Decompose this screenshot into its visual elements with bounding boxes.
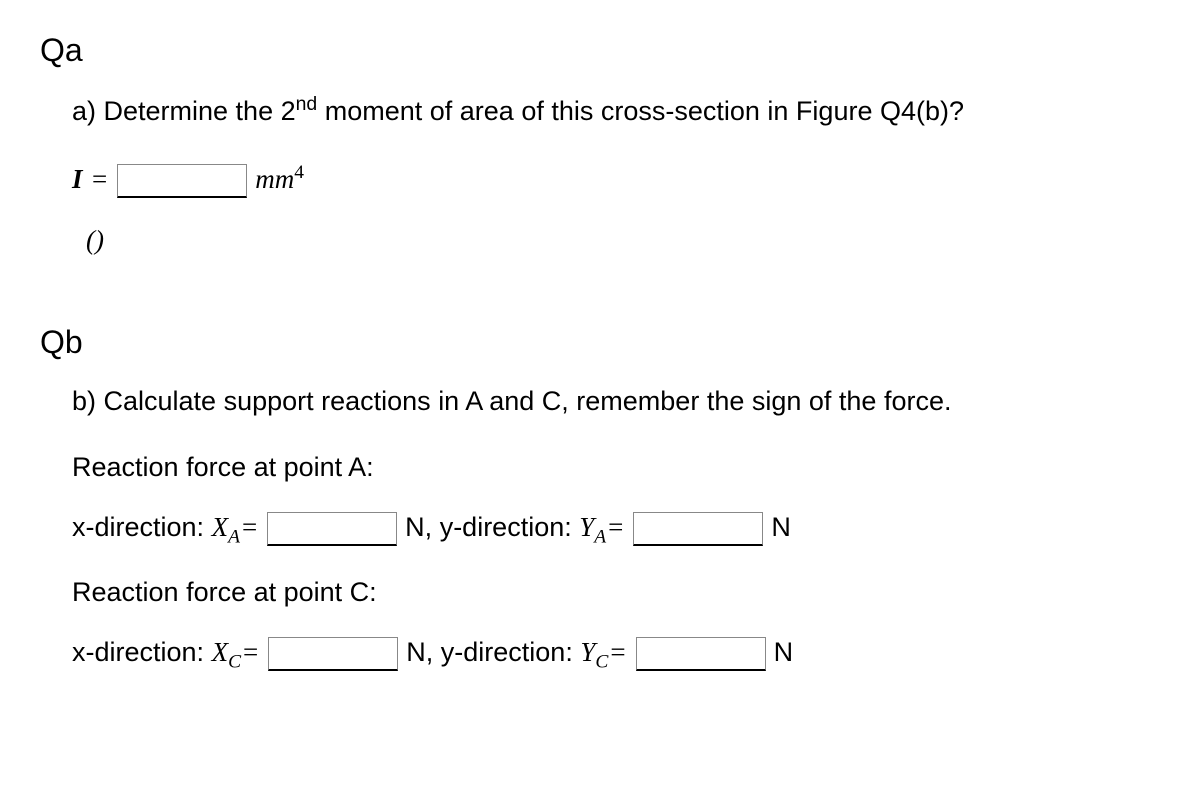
input-I[interactable] bbox=[117, 164, 247, 198]
label-xa: x-direction: XA= bbox=[72, 509, 259, 551]
input-XA[interactable] bbox=[267, 512, 397, 546]
label-yc-prefix: N, y-direction: YC= bbox=[406, 634, 627, 676]
input-YA[interactable] bbox=[633, 512, 763, 546]
reaction-force-a-label: Reaction force at point A: bbox=[72, 449, 1160, 487]
question-a-text: a) Determine the 2nd moment of area of t… bbox=[72, 91, 1160, 131]
label-I: I = bbox=[72, 161, 109, 199]
parentheses-placeholder: () bbox=[72, 222, 1160, 260]
answer-row-I: I = mm4 bbox=[72, 159, 1160, 199]
answer-row-C: x-direction: XC= N, y-direction: YC= N bbox=[72, 634, 1160, 676]
unit-N-ya: N bbox=[771, 509, 791, 547]
label-ya-prefix: N, y-direction: YA= bbox=[405, 509, 625, 551]
label-xc: x-direction: XC= bbox=[72, 634, 260, 676]
unit-N-yc: N bbox=[774, 634, 794, 672]
input-YC[interactable] bbox=[636, 637, 766, 671]
reaction-force-c-label: Reaction force at point C: bbox=[72, 574, 1160, 612]
heading-qa: Qa bbox=[40, 28, 1160, 73]
input-XC[interactable] bbox=[268, 637, 398, 671]
section-qa: Qa a) Determine the 2nd moment of area o… bbox=[40, 28, 1160, 260]
section-qb: Qb b) Calculate support reactions in A a… bbox=[40, 320, 1160, 675]
answer-row-A: x-direction: XA= N, y-direction: YA= N bbox=[72, 509, 1160, 551]
unit-mm4: mm4 bbox=[255, 159, 304, 199]
question-b-text: b) Calculate support reactions in A and … bbox=[72, 383, 1160, 421]
heading-qb: Qb bbox=[40, 320, 1160, 365]
